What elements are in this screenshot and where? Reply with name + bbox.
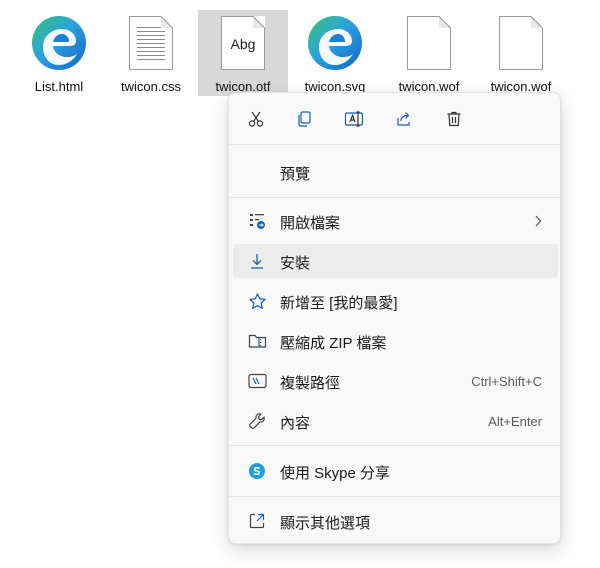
font-file-icon: Abg: [212, 14, 274, 72]
edge-icon: [28, 14, 90, 72]
menu-item-shortcut: Ctrl+Shift+C: [471, 374, 542, 389]
file-item-list-html[interactable]: List.html: [14, 10, 104, 96]
context-menu-toolbar: [229, 93, 560, 143]
file-item-twicon-wof[interactable]: twicon.wof: [384, 10, 474, 96]
menu-item-properties[interactable]: 內容 Alt+Enter: [233, 404, 558, 438]
menu-item-label: 使用 Skype 分享: [280, 465, 391, 482]
menu-separator: [229, 144, 560, 145]
menu-item-install[interactable]: 安裝: [233, 244, 558, 278]
file-item-twicon-svg[interactable]: twicon.svg: [290, 10, 380, 96]
edge-icon: [304, 14, 366, 72]
delete-icon[interactable]: [441, 106, 467, 132]
file-item-twicon-css[interactable]: twicon.css: [106, 10, 196, 96]
menu-item-label: 顯示其他選項: [280, 515, 371, 532]
zip-folder-icon: [247, 331, 267, 351]
menu-item-label: 複製路徑: [280, 375, 341, 392]
open-with-icon: [247, 211, 267, 231]
copy-icon[interactable]: [291, 106, 317, 132]
text-document-icon: [120, 14, 182, 72]
menu-item-label: 安裝: [280, 255, 311, 272]
file-item-twicon-otf[interactable]: Abg twicon.otf: [198, 10, 288, 96]
blank-document-icon: [490, 14, 552, 72]
svg-text:S: S: [253, 465, 261, 478]
menu-separator: [229, 445, 560, 446]
copy-path-icon: [247, 371, 267, 391]
menu-item-add-favorites[interactable]: 新增至 [我的最愛]: [233, 284, 558, 318]
menu-item-label: 內容: [280, 415, 311, 432]
menu-item-preview[interactable]: 預覽: [233, 155, 558, 189]
share-icon[interactable]: [391, 106, 417, 132]
chevron-right-icon: [532, 214, 544, 228]
file-name: List.html: [34, 79, 84, 94]
menu-item-label: 預覽: [280, 166, 311, 183]
menu-separator: [229, 496, 560, 497]
menu-item-copy-path[interactable]: 複製路徑 Ctrl+Shift+C: [233, 364, 558, 398]
more-options-icon: [247, 511, 267, 531]
blank-document-icon: [398, 14, 460, 72]
font-preview-text: Abg: [230, 36, 256, 52]
menu-item-share-skype[interactable]: S 使用 Skype 分享: [233, 454, 558, 488]
context-menu: 預覽 開啟檔案 安裝 新增至 [我的最愛] 壓縮成 ZIP 檔案 複製路徑 Ct…: [228, 92, 561, 544]
menu-item-label: 開啟檔案: [280, 215, 341, 232]
cut-icon[interactable]: [243, 106, 269, 132]
menu-separator: [229, 197, 560, 198]
skype-icon: S: [247, 461, 267, 481]
download-icon: [247, 251, 267, 271]
menu-item-open-with[interactable]: 開啟檔案: [233, 204, 558, 238]
file-name: twicon.css: [121, 79, 181, 94]
menu-item-shortcut: Alt+Enter: [488, 414, 542, 429]
file-list: List.html twicon.css Abg twicon.otf twic…: [14, 10, 594, 100]
rename-icon[interactable]: [341, 106, 367, 132]
wrench-icon: [247, 411, 267, 431]
file-item-twicon-wof-2[interactable]: twicon.wof: [476, 10, 566, 96]
menu-item-label: 壓縮成 ZIP 檔案: [280, 335, 387, 352]
menu-item-compress-zip[interactable]: 壓縮成 ZIP 檔案: [233, 324, 558, 358]
menu-item-show-more-options[interactable]: 顯示其他選項: [233, 504, 558, 538]
star-icon: [247, 291, 267, 311]
menu-item-label: 新增至 [我的最愛]: [280, 295, 398, 312]
